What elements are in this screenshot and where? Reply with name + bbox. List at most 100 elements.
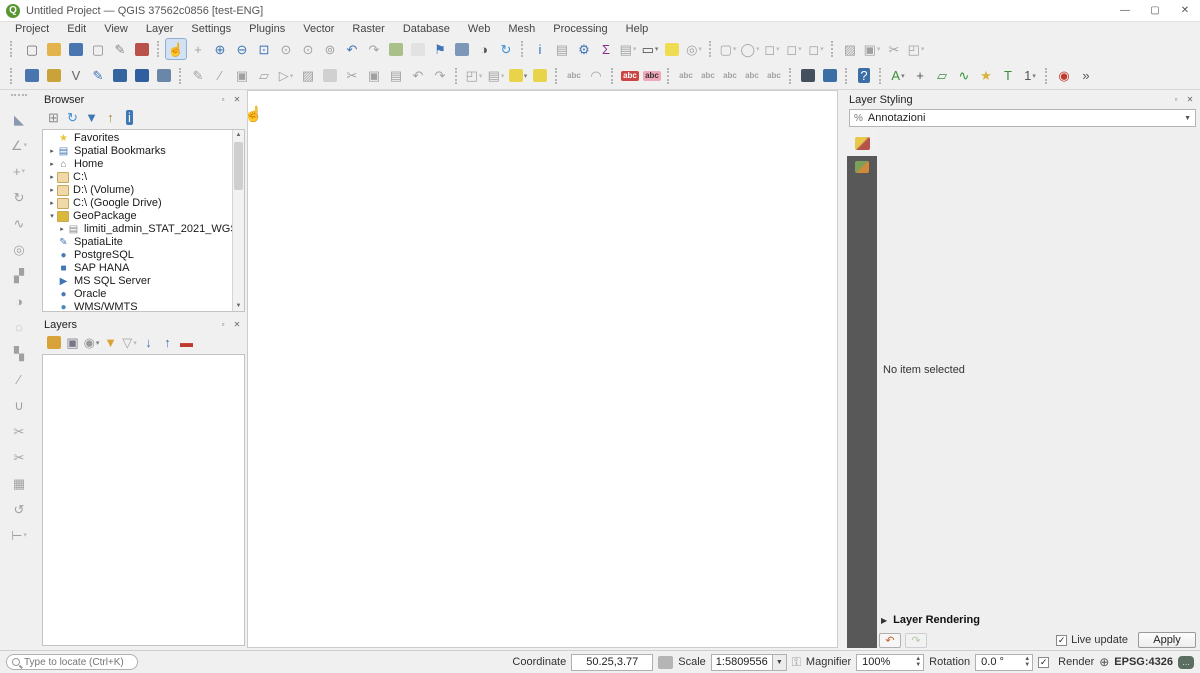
manage-map-themes-button[interactable]: ◉▾ xyxy=(82,333,101,352)
scale-combo[interactable]: 1:5809556 ▼ xyxy=(711,654,787,671)
zoom-in-button[interactable]: ⊕ xyxy=(209,38,231,60)
styling-float-button[interactable]: ▫ xyxy=(1170,94,1182,106)
new-map-view-button[interactable] xyxy=(385,38,407,60)
styling-close-button[interactable]: ✕ xyxy=(1184,94,1196,106)
tree-item-ms-sql-server[interactable]: ▶MS SQL Server xyxy=(43,275,244,288)
crs-indicator[interactable]: EPSG:4326 xyxy=(1114,656,1173,668)
advanced-digitizing-panel-button[interactable]: ◣ xyxy=(8,108,30,130)
menu-web[interactable]: Web xyxy=(459,23,499,35)
metasearch-button[interactable] xyxy=(797,65,819,87)
annotation-tab-icon[interactable] xyxy=(855,161,869,173)
style-redo-button[interactable]: ↷ xyxy=(905,633,927,648)
expander-icon[interactable]: ▾ xyxy=(47,210,57,223)
move-annotation-button[interactable]: + xyxy=(909,65,931,87)
tree-item-spatial-bookmarks[interactable]: ▸▤Spatial Bookmarks xyxy=(43,145,244,158)
spin-down-icon[interactable]: ▼ xyxy=(915,662,921,668)
scroll-thumb[interactable] xyxy=(234,142,243,190)
tree-item-d-volume[interactable]: ▸D:\ (Volume) xyxy=(43,184,244,197)
menu-help[interactable]: Help xyxy=(617,23,658,35)
python-console-button[interactable] xyxy=(819,65,841,87)
save-project-button[interactable] xyxy=(65,38,87,60)
lock-scale-icon[interactable]: ⚿ xyxy=(792,655,801,670)
tree-item-geopackage[interactable]: ▾GeoPackage xyxy=(43,210,244,223)
menu-processing[interactable]: Processing xyxy=(544,23,616,35)
remove-layer-button[interactable]: ▬ xyxy=(177,333,196,352)
tree-item-c[interactable]: ▸C:\ xyxy=(43,171,244,184)
expander-icon[interactable]: ▸ xyxy=(47,158,57,171)
menu-vector[interactable]: Vector xyxy=(294,23,343,35)
label-diagram-pink-button[interactable]: abc xyxy=(641,65,663,87)
label-diagram-red-button[interactable]: abc xyxy=(619,65,641,87)
new-spatialite-layer-button[interactable]: ✎ xyxy=(87,65,109,87)
filter-browser-button[interactable]: ▼ xyxy=(82,108,101,127)
statistical-summary-button[interactable]: Σ xyxy=(595,38,617,60)
processing-toolbox-button[interactable]: ⚙ xyxy=(573,38,595,60)
scale-value[interactable]: 1:5809556 xyxy=(711,654,773,671)
expander-icon[interactable]: ▸ xyxy=(47,184,57,197)
plugin-tool-button[interactable]: ◉ xyxy=(1053,65,1075,87)
show-layout-manager-button[interactable]: ✎ xyxy=(109,38,131,60)
layer-rendering-section[interactable]: ▶ Layer Rendering xyxy=(881,614,980,626)
new-project-button[interactable]: ▢ xyxy=(21,38,43,60)
new-shapefile-layer-button[interactable]: V xyxy=(65,65,87,87)
expander-icon[interactable]: ▸ xyxy=(47,145,57,158)
new-geopackage-layer-button[interactable] xyxy=(43,65,65,87)
layers-close-button[interactable]: ✕ xyxy=(231,319,243,331)
layers-float-button[interactable]: ▫ xyxy=(217,319,229,331)
new-scratch-layer-button[interactable] xyxy=(153,65,175,87)
zoom-full-button[interactable]: ⊡ xyxy=(253,38,275,60)
magnifier-spinbox[interactable]: 100% ▲▼ xyxy=(856,654,924,671)
toolbar-overflow-button[interactable]: » xyxy=(1075,65,1097,87)
spin-down-icon[interactable]: ▼ xyxy=(1024,662,1030,668)
style-undo-button[interactable]: ↶ xyxy=(879,633,901,648)
refresh-map-button[interactable]: ↻ xyxy=(495,38,517,60)
marker-annotation-button[interactable]: ★ xyxy=(975,65,997,87)
browser-close-button[interactable]: ✕ xyxy=(231,94,243,106)
new-print-layout-button[interactable]: ▢ xyxy=(87,38,109,60)
main-annotation-layer-button[interactable] xyxy=(529,65,551,87)
close-button[interactable]: ✕ xyxy=(1170,1,1200,21)
layer-select-combo[interactable]: % Annotazioni ▼ xyxy=(849,109,1196,127)
menu-layer[interactable]: Layer xyxy=(137,23,183,35)
open-layer-styling-panel-button[interactable] xyxy=(44,333,63,352)
tab-symbology[interactable] xyxy=(847,130,877,156)
tree-item-home[interactable]: ▸⌂Home xyxy=(43,158,244,171)
tree-item-sap-hana[interactable]: ■SAP HANA xyxy=(43,262,244,275)
tree-item-oracle[interactable]: ●Oracle xyxy=(43,288,244,301)
form-annotation-button[interactable]: 1▾ xyxy=(1019,65,1041,87)
expander-icon[interactable]: ▸ xyxy=(47,197,57,210)
locator-search[interactable] xyxy=(6,654,138,670)
tree-item-c-google-drive[interactable]: ▸C:\ (Google Drive) xyxy=(43,197,244,210)
show-spatial-bookmarks-button[interactable] xyxy=(451,38,473,60)
menu-view[interactable]: View xyxy=(95,23,137,35)
temporal-controller-button[interactable]: ◑ xyxy=(473,38,495,60)
line-annotation-button[interactable]: ∿ xyxy=(953,65,975,87)
scale-dropdown-icon[interactable]: ▼ xyxy=(773,654,787,671)
collapse-all-layers-button[interactable]: ↑ xyxy=(158,333,177,352)
scroll-up-icon[interactable]: ▲ xyxy=(233,130,244,140)
scroll-down-icon[interactable]: ▼ xyxy=(233,301,244,311)
pan-map-button[interactable]: ☝ xyxy=(165,38,187,60)
tree-item-wms-wmts[interactable]: ●WMS/WMTS xyxy=(43,301,244,312)
zoom-last-button[interactable]: ↶ xyxy=(341,38,363,60)
text-along-line-annotation-button[interactable]: T xyxy=(997,65,1019,87)
tree-item-postgresql[interactable]: ●PostgreSQL xyxy=(43,249,244,262)
locator-input[interactable] xyxy=(24,657,132,668)
map-canvas[interactable] xyxy=(247,90,838,648)
menu-settings[interactable]: Settings xyxy=(182,23,240,35)
collapse-all-browser-button[interactable]: ↑ xyxy=(101,108,120,127)
map-tips-button[interactable] xyxy=(661,38,683,60)
menu-plugins[interactable]: Plugins xyxy=(240,23,294,35)
apply-button[interactable]: Apply xyxy=(1138,632,1196,648)
style-manager-button[interactable] xyxy=(131,38,153,60)
filter-legend-button[interactable]: ▼ xyxy=(101,333,120,352)
expander-icon[interactable]: ▸ xyxy=(47,171,57,184)
tree-item-limiti-admin-stat-2021-wgs84-gpkg[interactable]: ▸▤limiti_admin_STAT_2021_WGS84.gpkg xyxy=(43,223,244,236)
messages-icon[interactable]: … xyxy=(1178,656,1194,669)
coordinate-box[interactable] xyxy=(571,654,653,671)
menu-raster[interactable]: Raster xyxy=(343,23,393,35)
menu-database[interactable]: Database xyxy=(394,23,459,35)
polygon-annotation-button[interactable]: ▱ xyxy=(931,65,953,87)
add-group-button[interactable]: ▣ xyxy=(63,333,82,352)
zoom-out-button[interactable]: ⊖ xyxy=(231,38,253,60)
